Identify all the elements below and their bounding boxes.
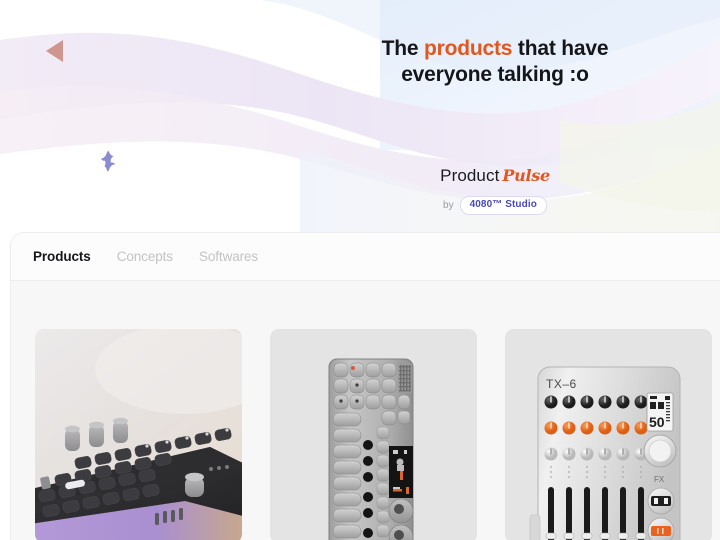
svg-text:50: 50	[649, 414, 665, 430]
tab-bar: Products Concepts Softwares	[11, 233, 720, 281]
page-title: The products that have everyone talking …	[300, 36, 690, 88]
synth-keyboard-card[interactable]	[35, 329, 242, 540]
tab-products[interactable]: Products	[33, 249, 91, 264]
tab-softwares[interactable]: Softwares	[199, 249, 258, 264]
product-card-grid: TX–6 50 FX	[11, 281, 720, 540]
headline-text-1: The	[381, 37, 425, 60]
brand-name-accent: Pulse	[502, 166, 550, 185]
studio-badge[interactable]: 4080™ Studio	[459, 196, 547, 215]
tx6-mixer-card[interactable]: TX–6 50 FX	[505, 329, 712, 540]
triangle-left-icon	[46, 40, 63, 62]
tab-concepts[interactable]: Concepts	[117, 249, 173, 264]
brand-block: Product Pulse by 4080™ Studio	[380, 165, 610, 215]
sparkle-star-icon	[99, 150, 117, 172]
brand-name-primary: Product	[440, 166, 500, 185]
pocket-sequencer-card[interactable]	[270, 329, 477, 540]
content-panel: Products Concepts Softwares TX–6 50 FX	[10, 232, 720, 540]
headline-accent-word: products	[424, 37, 513, 60]
brand-attribution: by 4080™ Studio	[380, 196, 610, 215]
brand-title: Product Pulse	[380, 165, 610, 187]
svg-text:FX: FX	[654, 475, 665, 484]
page-root: The products that have everyone talking …	[0, 0, 720, 540]
headline-text-2: that have	[512, 37, 609, 60]
svg-text:TX–6: TX–6	[546, 377, 577, 391]
by-label: by	[443, 200, 454, 211]
headline-line-2: everyone talking :o	[401, 63, 589, 86]
